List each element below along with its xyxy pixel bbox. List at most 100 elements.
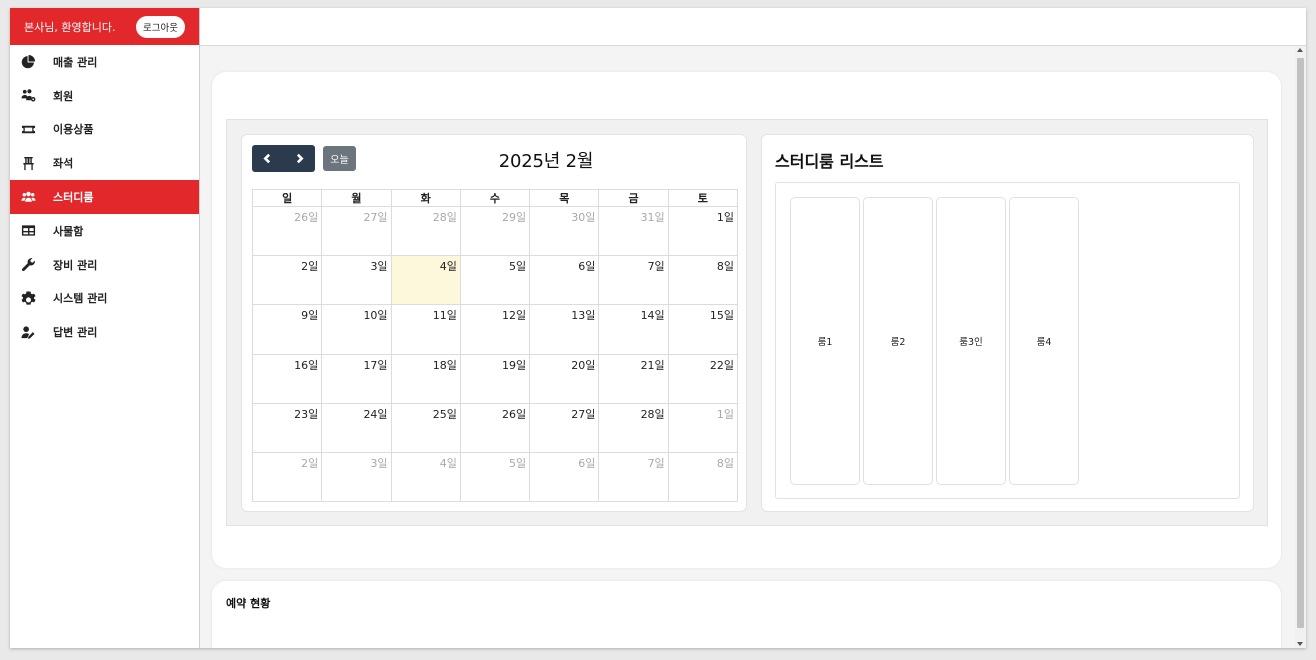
calendar-day[interactable]: 6일 (529, 255, 600, 306)
calendar-day[interactable]: 22일 (667, 353, 739, 404)
calendar-day[interactable]: 28일 (390, 205, 461, 257)
calendar-day[interactable]: 19일 (459, 353, 531, 404)
sidebar-item-0[interactable]: 매출 관리 (10, 45, 199, 79)
calendar-day[interactable]: 11일 (390, 304, 461, 355)
room-tile[interactable]: 룸1 (790, 197, 860, 485)
sidebar-item-3[interactable]: 좌석 (10, 146, 199, 180)
wrench-icon (20, 256, 37, 273)
calendar-day[interactable]: 28일 (598, 402, 669, 453)
calendar-week-row: 26일 27일 28일 29일 30일 31일 1일 (251, 205, 739, 257)
calendar-day[interactable]: 18일 (390, 353, 461, 404)
calendar-day[interactable]: 24일 (321, 402, 392, 453)
sidebar-item-7[interactable]: 시스템 관리 (10, 282, 199, 316)
calendar-week-row: 9일 10일 11일 12일 13일 14일 15일 (251, 304, 739, 355)
logout-button[interactable]: 로그아웃 (136, 15, 185, 38)
calendar-grid: 일월화수목금토 26일 27일 28일 29일 30일 31일 1일 2일 3일 4일 5일 6일 7일… (251, 189, 739, 503)
calendar-day[interactable]: 29일 (459, 205, 531, 257)
calendar-day[interactable]: 30일 (529, 205, 600, 257)
app-window: 본사님, 환영합니다. 로그아웃 매출 관리회원이용상품 좌석스터디룸사물함장비 … (10, 8, 1306, 648)
user-edit-icon (20, 324, 37, 341)
calendar-day[interactable]: 21일 (598, 353, 669, 404)
calendar-week-row: 23일 24일 25일 26일 27일 28일 1일 (251, 402, 739, 453)
calendar-day-today[interactable]: 4일 (390, 255, 461, 306)
weekday-header: 토 (667, 189, 739, 207)
ticket-icon (20, 121, 37, 138)
calendar-day[interactable]: 9일 (251, 304, 323, 355)
calendar-day[interactable]: 5일 (459, 255, 531, 306)
calendar-day[interactable]: 26일 (459, 402, 531, 453)
sidebar-item-label: 시스템 관리 (53, 292, 108, 306)
calendar-day[interactable]: 6일 (529, 451, 600, 503)
table-icon (20, 222, 37, 239)
sidebar-item-label: 사물함 (53, 224, 84, 238)
calendar-day[interactable]: 5일 (459, 451, 531, 503)
main-content: 오늘 2025년 2월 일월화수목금토 26일 27일 28일 29일 30일 31일 1일… (200, 46, 1295, 648)
reservation-card: 예약 현황 (212, 581, 1281, 648)
vertical-scrollbar[interactable] (1295, 46, 1306, 648)
weekday-header: 금 (598, 189, 669, 207)
pie-chart-icon (20, 53, 37, 70)
weekday-header: 일 (251, 189, 323, 207)
calendar-day[interactable]: 27일 (321, 205, 392, 257)
calendar-day[interactable]: 31일 (598, 205, 669, 257)
users-cog-icon (20, 87, 37, 104)
calendar-day[interactable]: 25일 (390, 402, 461, 453)
calendar-day[interactable]: 8일 (667, 451, 739, 503)
calendar-card: 오늘 2025년 2월 일월화수목금토 26일 27일 28일 29일 30일 31일 1일… (241, 134, 747, 512)
top-bar (200, 8, 1306, 46)
sidebar-item-5[interactable]: 사물함 (10, 214, 199, 248)
welcome-text: 본사님, 환영합니다. (24, 20, 116, 34)
studyroom-card: 오늘 2025년 2월 일월화수목금토 26일 27일 28일 29일 30일 31일 1일… (212, 72, 1281, 568)
sidebar-menu: 매출 관리회원이용상품 좌석스터디룸사물함장비 관리시스템 관리답변 관리 (10, 45, 199, 349)
calendar-day[interactable]: 1일 (667, 205, 739, 257)
calendar-week-row: 2일 3일 4일 5일 6일 7일 8일 (251, 451, 739, 503)
sidebar-item-label: 회원 (53, 89, 74, 103)
calendar-day[interactable]: 16일 (251, 353, 323, 404)
calendar-day[interactable]: 13일 (529, 304, 600, 355)
sidebar-item-1[interactable]: 회원 (10, 79, 199, 113)
gear-icon (20, 290, 37, 307)
weekday-header-row: 일월화수목금토 (251, 189, 739, 207)
room-tile[interactable]: 룸2 (863, 197, 933, 485)
scroll-down-arrow-icon[interactable] (1297, 642, 1303, 646)
calendar-day[interactable]: 8일 (667, 255, 739, 306)
weekday-header: 목 (529, 189, 600, 207)
calendar-day[interactable]: 20일 (529, 353, 600, 404)
calendar-day[interactable]: 12일 (459, 304, 531, 355)
room-tile[interactable]: 룸4 (1009, 197, 1079, 485)
weekday-header: 월 (321, 189, 392, 207)
calendar-day[interactable]: 15일 (667, 304, 739, 355)
room-list: 룸1 룸2 룸3인 룸4 (775, 182, 1240, 499)
calendar-day[interactable]: 2일 (251, 255, 323, 306)
calendar-day[interactable]: 3일 (321, 451, 392, 503)
calendar-day[interactable]: 23일 (251, 402, 323, 453)
chair-icon (20, 155, 37, 172)
calendar-day[interactable]: 26일 (251, 205, 323, 257)
sidebar-item-2[interactable]: 이용상품 (10, 113, 199, 147)
sidebar-item-4[interactable]: 스터디룸 (10, 180, 199, 214)
weekday-header: 수 (459, 189, 531, 207)
calendar-day[interactable]: 4일 (390, 451, 461, 503)
calendar-day[interactable]: 27일 (529, 402, 600, 453)
calendar-day[interactable]: 7일 (598, 255, 669, 306)
room-list-title: 스터디룸 리스트 (775, 152, 884, 171)
sidebar-item-6[interactable]: 장비 관리 (10, 248, 199, 282)
calendar-day[interactable]: 1일 (667, 402, 739, 453)
calendar-day[interactable]: 10일 (321, 304, 392, 355)
sidebar-item-label: 스터디룸 (53, 191, 94, 205)
users-icon (20, 189, 37, 206)
sidebar-item-8[interactable]: 답변 관리 (10, 315, 199, 349)
reservation-title: 예약 현황 (226, 597, 271, 610)
room-tile[interactable]: 룸3인 (936, 197, 1006, 485)
sidebar-item-label: 답변 관리 (53, 326, 98, 340)
scroll-thumb[interactable] (1297, 58, 1304, 628)
weekday-header: 화 (390, 189, 461, 207)
calendar-day[interactable]: 2일 (251, 451, 323, 503)
calendar-day[interactable]: 14일 (598, 304, 669, 355)
sidebar-item-label: 장비 관리 (53, 258, 98, 272)
scroll-up-arrow-icon[interactable] (1297, 48, 1303, 52)
calendar-day[interactable]: 17일 (321, 353, 392, 404)
sidebar: 본사님, 환영합니다. 로그아웃 매출 관리회원이용상품 좌석스터디룸사물함장비 … (10, 8, 200, 648)
calendar-day[interactable]: 3일 (321, 255, 392, 306)
calendar-day[interactable]: 7일 (598, 451, 669, 503)
